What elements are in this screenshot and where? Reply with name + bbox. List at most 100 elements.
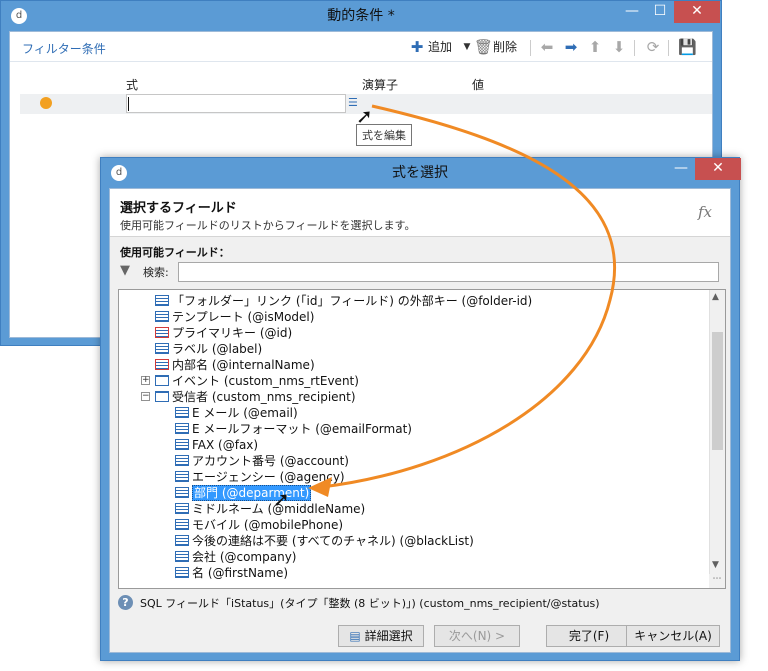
column-header-value[interactable]: 値 (472, 76, 484, 93)
field-icon (175, 519, 189, 530)
expression-input[interactable] (126, 94, 346, 113)
dialog-subheading: 使用可能フィールドのリストからフィールドを選択します。 (120, 219, 416, 232)
save-icon[interactable]: 💾 (678, 38, 697, 56)
tree-item[interactable]: モバイル (@mobilePhone) (175, 517, 343, 533)
arrow-down-icon[interactable]: ⬇ (610, 38, 628, 56)
tree-options-icon[interactable]: ⋯ (709, 574, 725, 588)
tree-item[interactable]: ラベル (@label) (155, 341, 262, 357)
arrow-right-icon[interactable]: ➡ (562, 38, 580, 56)
add-button[interactable]: 追加 (428, 38, 452, 56)
add-icon[interactable]: ✚ (408, 38, 426, 56)
tree-item-label: モバイル (@mobilePhone) (192, 518, 344, 532)
tree-item[interactable]: + イベント (custom_nms_rtEvent) (141, 373, 359, 389)
tree-item-label: 受信者 (custom_nms_recipient) (172, 390, 356, 404)
tree-item[interactable]: FAX (@fax) (175, 437, 258, 453)
column-header-operator[interactable]: 演算子 (362, 76, 398, 93)
tree-item-label: 部門 (@deparment) (192, 485, 312, 501)
tree-item-label: 会社 (@company) (192, 550, 297, 564)
table-icon (155, 391, 169, 402)
tree-item[interactable]: 今後の連絡は不要 (すべてのチャネル) (@blackList) (175, 533, 474, 549)
field-tree[interactable]: 「フォルダー」リンク (「id」フィールド) の外部キー (@folder-id… (118, 289, 726, 589)
select-expression-window: d 式を選択 — ✕ 選択するフィールド 使用可能フィールドのリストからフィール… (100, 157, 741, 661)
collapse-icon[interactable]: − (141, 392, 150, 401)
close-button[interactable]: ✕ (695, 158, 741, 180)
filter-toolbar: フィルター条件 ✚ 追加 ▼ 🗑 削除 ⬅ ➡ ⬆ ⬇ ⟳ 💾 (10, 32, 712, 62)
tree-item-label: ラベル (@label) (172, 342, 263, 356)
field-icon (175, 455, 189, 466)
tree-item[interactable]: 「フォルダー」リンク (「id」フィールド) の外部キー (@folder-id… (155, 293, 532, 309)
field-icon (175, 567, 189, 578)
table-icon (155, 375, 169, 386)
field-info-text: SQL フィールド「iStatus」(タイプ「整数 (8 ビット)」) (cus… (140, 597, 600, 610)
tree-item-label: アカウント番号 (@account) (192, 454, 349, 468)
tree-item[interactable]: ミドルネーム (@middleName) (175, 501, 365, 517)
toolbar-separator (668, 40, 669, 56)
field-icon (175, 487, 189, 498)
tree-item-label: 内部名 (@internalName) (172, 358, 315, 372)
field-icon (175, 535, 189, 546)
toolbar-separator (530, 40, 531, 56)
scroll-down-icon[interactable]: ▼ (712, 560, 719, 570)
key-field-icon (155, 359, 169, 370)
mouse-cursor-icon: ➚ (273, 487, 290, 511)
cancel-button[interactable]: キャンセル(A) (626, 625, 720, 647)
field-icon (175, 503, 189, 514)
tree-item-label: E メールフォーマット (@emailFormat) (192, 422, 412, 436)
edit-expression-tooltip: 式を編集 (356, 124, 412, 146)
window-title: 動的条件 * (327, 8, 395, 24)
tree-item-label: 名 (@firstName) (192, 566, 289, 580)
tree-item[interactable]: 名 (@firstName) (175, 565, 288, 581)
dialog-heading: 選択するフィールド (120, 201, 237, 216)
available-fields-label: 使用可能フィールド： (120, 246, 230, 259)
tree-item-label: FAX (@fax) (192, 438, 259, 452)
search-label: 検索: (143, 266, 169, 279)
window-title: 式を選択 (392, 165, 448, 181)
tree-item[interactable]: − 受信者 (custom_nms_recipient) (141, 389, 356, 405)
field-icon (175, 407, 189, 418)
condition-status-dot (40, 97, 52, 109)
tree-item-label: E メール (@email) (192, 406, 298, 420)
minimize-button[interactable]: — (667, 158, 695, 180)
tree-item[interactable]: アカウント番号 (@account) (175, 453, 349, 469)
tree-item-label: プライマリキー (@id) (172, 326, 293, 340)
tree-item[interactable]: 会社 (@company) (175, 549, 297, 565)
close-button[interactable]: ✕ (674, 1, 720, 23)
field-icon (175, 423, 189, 434)
tree-item[interactable]: 内部名 (@internalName) (155, 357, 315, 373)
minimize-button[interactable]: — (618, 1, 646, 23)
tree-item[interactable]: E メール (@email) (175, 405, 298, 421)
column-header-expression[interactable]: 式 (126, 76, 138, 93)
tree-item[interactable]: エージェンシー (@agency) (175, 469, 345, 485)
advanced-selection-button[interactable]: ▤ 詳細選択 (338, 625, 424, 647)
trash-icon[interactable]: 🗑 (474, 38, 493, 56)
dialog-client: 選択するフィールド 使用可能フィールドのリストからフィールドを選択します。 fx… (109, 188, 731, 653)
delete-button[interactable]: 削除 (493, 38, 517, 56)
scrollbar-thumb[interactable] (712, 332, 723, 450)
tree-item[interactable]: E メールフォーマット (@emailFormat) (175, 421, 412, 437)
tree-item-label: 今後の連絡は不要 (すべてのチャネル) (@blackList) (192, 534, 474, 548)
tree-item[interactable]: プライマリキー (@id) (155, 325, 292, 341)
maximize-button[interactable]: ☐ (646, 1, 674, 23)
arrow-left-icon[interactable]: ⬅ (538, 38, 556, 56)
vertical-scrollbar[interactable]: ▲ ▼ (709, 290, 725, 574)
field-icon (155, 311, 169, 322)
tree-item-label: イベント (custom_nms_rtEvent) (172, 374, 359, 388)
filter-conditions-tab[interactable]: フィルター条件 (22, 40, 106, 57)
link-field-icon (155, 295, 169, 306)
search-input[interactable] (178, 262, 719, 282)
tree-item-label: 「フォルダー」リンク (「id」フィールド) の外部キー (@folder-id… (172, 294, 533, 308)
tree-item-selected[interactable]: 部門 (@deparment) (175, 485, 312, 501)
window-titlebar[interactable]: d 式を選択 — ✕ (101, 158, 741, 188)
field-icon (175, 471, 189, 482)
next-button[interactable]: 次へ(N) > (434, 625, 520, 647)
tree-item[interactable]: テンプレート (@isModel) (155, 309, 314, 325)
fx-icon: fx (698, 203, 713, 221)
window-titlebar[interactable]: d 動的条件 * — ☐ ✕ (1, 1, 721, 31)
finish-button[interactable]: 完了(F) (546, 625, 632, 647)
arrow-up-icon[interactable]: ⬆ (586, 38, 604, 56)
expand-icon[interactable]: + (141, 376, 150, 385)
list-icon: ▤ (349, 629, 361, 643)
dialog-header: 選択するフィールド 使用可能フィールドのリストからフィールドを選択します。 fx (110, 189, 730, 237)
scroll-up-icon[interactable]: ▲ (712, 292, 719, 302)
refresh-icon[interactable]: ⟳ (644, 38, 662, 56)
